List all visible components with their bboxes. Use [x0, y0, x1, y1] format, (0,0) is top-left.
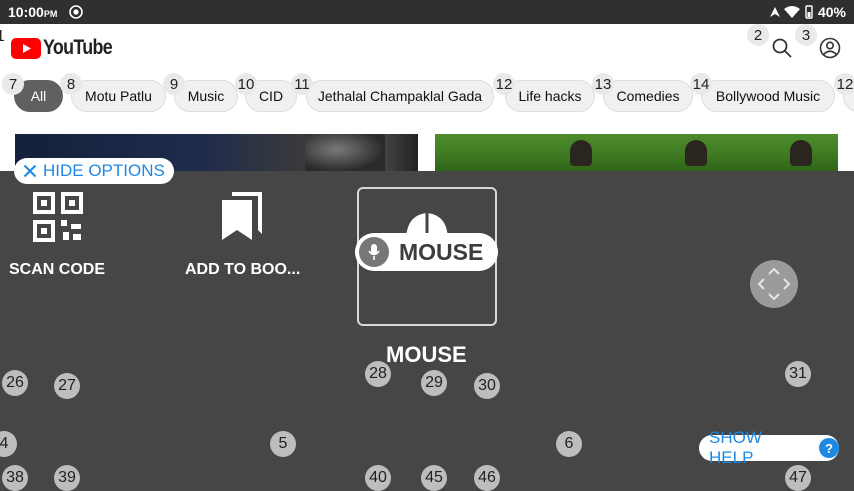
number-badge[interactable]: 6 [556, 431, 582, 457]
close-icon [23, 164, 37, 178]
help-icon: ? [819, 438, 839, 458]
thumbnail-person [685, 140, 707, 166]
number-badge[interactable]: 13 [592, 73, 614, 95]
number-badge[interactable]: 2 [747, 24, 769, 46]
number-badge[interactable]: 40 [365, 465, 391, 491]
number-badge[interactable]: 27 [54, 373, 80, 399]
chip-bollywood-music[interactable]: Bollywood Music [701, 80, 835, 112]
location-icon [769, 7, 780, 17]
hide-options-button[interactable]: HIDE OPTIONS [14, 158, 174, 184]
number-badge[interactable]: 47 [785, 465, 811, 491]
bookmarks-icon[interactable] [220, 190, 264, 242]
number-badge[interactable]: 11 [291, 73, 313, 95]
qr-code-icon[interactable] [33, 192, 83, 242]
number-badge[interactable]: 7 [2, 73, 24, 95]
video-thumbnail[interactable] [435, 134, 838, 172]
show-help-button[interactable]: SHOW HELP ? [699, 428, 839, 467]
thumbnail-person [790, 140, 812, 166]
status-right: 40% [769, 4, 846, 20]
thumbnail-figure [305, 134, 385, 172]
youtube-logo-icon[interactable] [11, 38, 41, 59]
chip-life-hacks[interactable]: Life hacks [505, 80, 595, 112]
youtube-header: YouTube [0, 24, 854, 73]
number-badge[interactable]: 1 [0, 24, 5, 50]
hide-options-label: HIDE OPTIONS [43, 161, 165, 180]
status-bar: 10:00PM 40% [0, 0, 854, 24]
direction-arrows-icon [757, 267, 791, 301]
number-badge[interactable]: 45 [421, 465, 447, 491]
number-badge[interactable]: 3 [795, 24, 817, 46]
number-badge[interactable]: 12 [834, 73, 854, 95]
show-help-label: SHOW HELP [709, 428, 762, 467]
number-badge[interactable]: 8 [60, 73, 82, 95]
number-badge[interactable]: 12 [493, 73, 515, 95]
battery-icon [805, 5, 813, 19]
chip-bar: All Motu Patlu Music CID Jethalal Champa… [0, 72, 854, 122]
thumbnail-person [570, 140, 592, 166]
wifi-icon [783, 6, 800, 18]
number-badge[interactable]: 46 [474, 465, 500, 491]
dpad-control[interactable] [750, 260, 798, 308]
number-badge[interactable]: 30 [474, 373, 500, 399]
account-icon[interactable] [819, 37, 841, 59]
number-badge[interactable]: 26 [2, 370, 28, 396]
chip-comedies[interactable]: Comedies [603, 80, 693, 112]
chip-jethalal[interactable]: Jethalal Champaklal Gada [306, 80, 494, 112]
number-badge[interactable]: 5 [270, 431, 296, 457]
number-badge[interactable]: 38 [2, 465, 28, 491]
number-badge[interactable]: 14 [690, 73, 712, 95]
number-badge[interactable]: 10 [235, 73, 257, 95]
scan-code-label[interactable]: SCAN CODE [9, 261, 105, 279]
number-badge[interactable]: 29 [421, 370, 447, 396]
youtube-wordmark[interactable]: YouTube [43, 36, 113, 60]
chip-motu-patlu[interactable]: Motu Patlu [71, 80, 166, 112]
add-to-bookmarks-label[interactable]: ADD TO BOO... [185, 261, 300, 279]
status-time: 10:00PM [8, 4, 58, 20]
number-badge[interactable]: 39 [54, 465, 80, 491]
number-badge[interactable]: 28 [365, 361, 391, 387]
number-badge[interactable]: 31 [785, 361, 811, 387]
mouse-caption: MOUSE [386, 342, 467, 367]
sync-icon [69, 5, 83, 19]
mouse-pill-label: MOUSE [399, 238, 484, 265]
mouse-voice-command[interactable]: MOUSE [355, 233, 498, 271]
microphone-icon [359, 237, 389, 267]
battery-percent: 40% [817, 4, 846, 20]
search-icon[interactable] [771, 37, 793, 59]
number-badge[interactable]: 9 [163, 73, 185, 95]
